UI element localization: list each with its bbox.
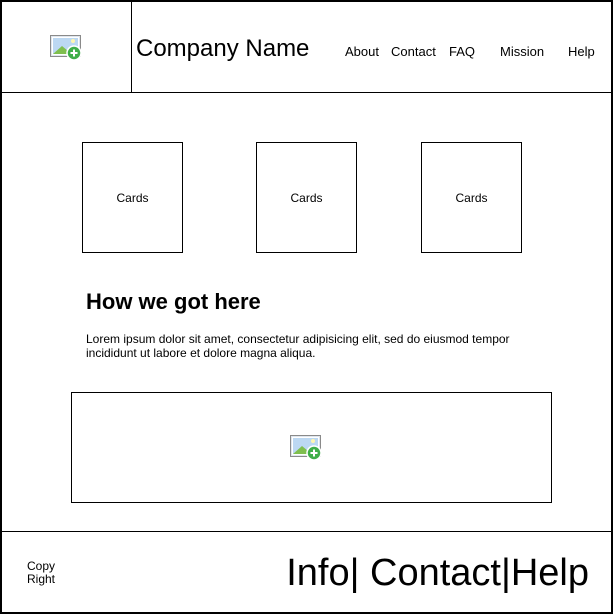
card[interactable]: Cards: [256, 142, 357, 253]
company-name: Company Name: [136, 35, 310, 62]
nav-contact[interactable]: Contact: [391, 44, 436, 60]
image-add-icon: [50, 35, 82, 61]
nav-faq[interactable]: FAQ: [449, 44, 475, 60]
copyright-text: Copy Right: [27, 559, 56, 586]
nav-about[interactable]: About: [345, 44, 379, 60]
card[interactable]: Cards: [421, 142, 522, 253]
footer-links[interactable]: Info| Contact|Help: [286, 551, 589, 595]
logo-area[interactable]: [2, 2, 132, 92]
section-paragraph: Lorem ipsum dolor sit amet, consectetur …: [86, 332, 510, 360]
image-add-icon: [290, 435, 322, 461]
section-heading: How we got here: [86, 289, 261, 314]
nav-help[interactable]: Help: [568, 44, 595, 60]
card[interactable]: Cards: [82, 142, 183, 253]
nav-mission[interactable]: Mission: [500, 44, 544, 60]
site-header: Company Name About Contact FAQ Mission H…: [2, 2, 611, 93]
site-footer: Copy Right Info| Contact|Help: [2, 531, 611, 613]
media-placeholder[interactable]: [71, 392, 552, 503]
